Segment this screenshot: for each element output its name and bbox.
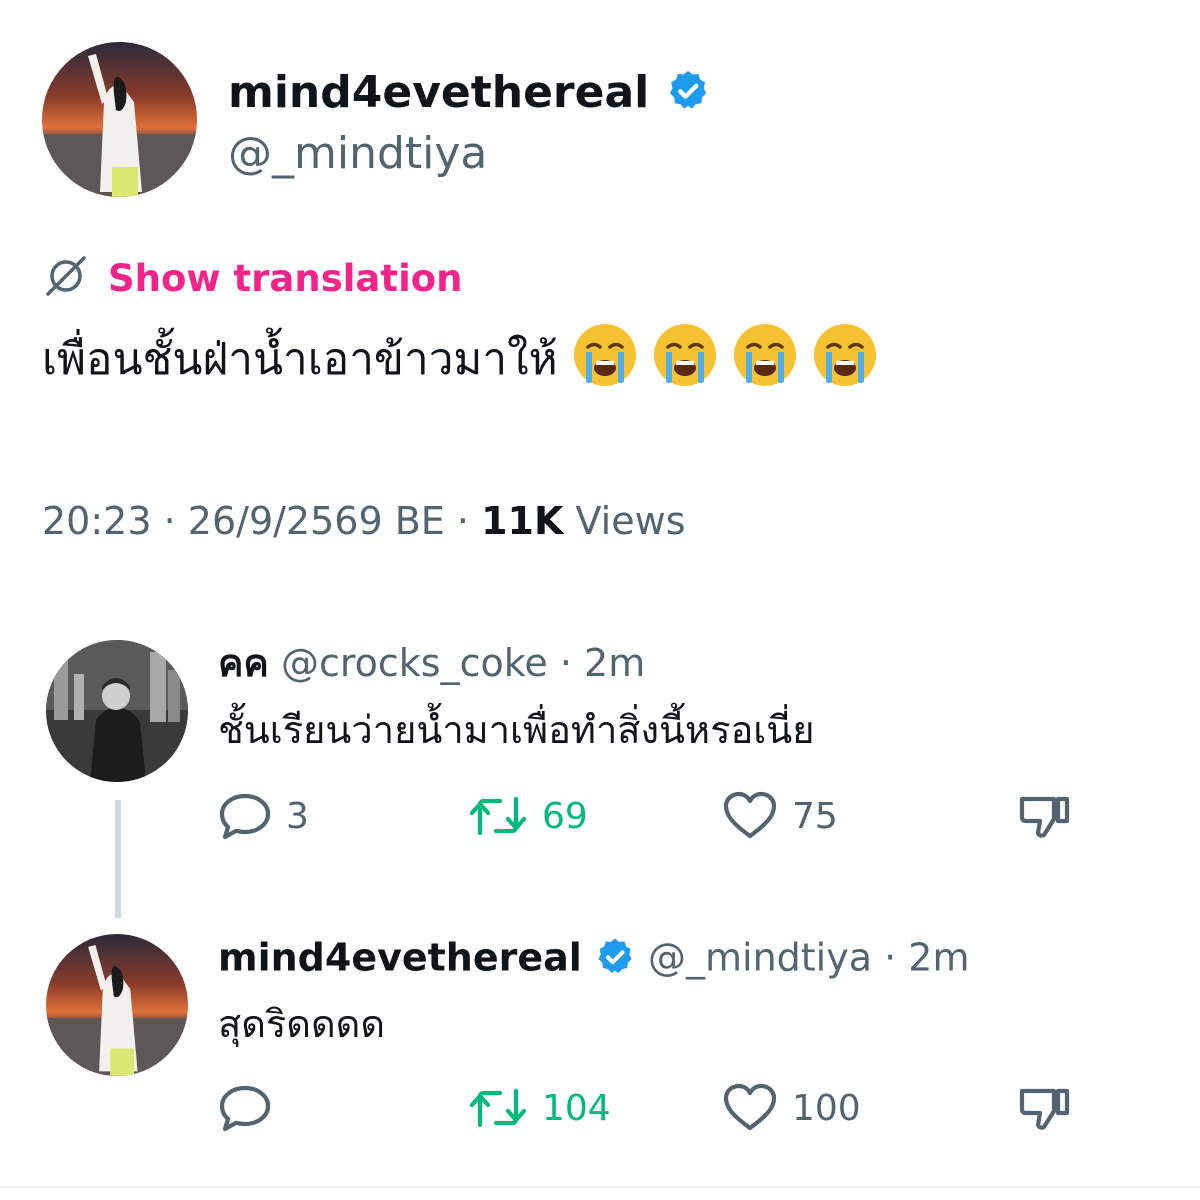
retweet-arrows-icon [468, 793, 528, 839]
tweet-text-row: เพื่อนชั้นฝ่าน้ำเอาข้าวมาให้ [42, 322, 878, 402]
meta-separator: · [559, 641, 572, 685]
retweet-button[interactable]: 104 [468, 1085, 611, 1131]
reply-header: mind4evethereal @_mindtiya · 2m [218, 936, 970, 984]
views-label[interactable]: Views [576, 499, 686, 543]
views-count[interactable]: 11K [481, 499, 563, 543]
loudly-crying-face-icon [572, 322, 638, 402]
retweet-arrows-icon [468, 1085, 528, 1131]
author-display-name-row[interactable]: mind4evethereal [228, 68, 711, 122]
reply-avatar[interactable] [46, 640, 188, 782]
divider [0, 1186, 1200, 1188]
like-button[interactable]: 100 [722, 1083, 861, 1133]
reply-button[interactable] [218, 1083, 286, 1133]
reply-header: คค @crocks_coke · 2m [218, 644, 645, 682]
meta-separator: · [456, 499, 469, 543]
reply-text: สุดริดดดด [218, 1002, 385, 1046]
reply-actions: 3 69 75 [218, 790, 1078, 842]
retweet-button[interactable]: 69 [468, 793, 588, 839]
author-avatar[interactable] [42, 42, 197, 197]
reply-author-handle[interactable]: @crocks_coke [281, 641, 548, 685]
verified-badge-icon [665, 68, 711, 122]
author-display-name[interactable]: mind4evethereal [228, 67, 649, 118]
like-count: 75 [792, 795, 838, 837]
thumbs-down-icon [1018, 1083, 1072, 1133]
tweet-time[interactable]: 20:23 [42, 499, 152, 543]
reply-time[interactable]: 2m [584, 641, 645, 685]
reply-author-name[interactable]: mind4evethereal [218, 936, 582, 980]
verified-badge-icon [594, 936, 636, 984]
reply-count: 3 [286, 795, 309, 837]
reply-button[interactable]: 3 [218, 791, 309, 841]
heart-icon [722, 791, 778, 841]
like-count: 100 [792, 1087, 861, 1129]
tweet-date[interactable]: 26/9/2569 BE [188, 499, 445, 543]
meta-separator: · [884, 935, 897, 980]
tweet-text: เพื่อนชั้นฝ่าน้ำเอาข้าวมาให้ [42, 334, 558, 386]
reply-bubble-icon [218, 1083, 272, 1133]
author-handle[interactable]: @_mindtiya [228, 132, 487, 176]
loudly-crying-face-icon [732, 322, 798, 402]
reply-bubble-icon [218, 791, 272, 841]
thumbs-down-icon [1018, 791, 1072, 841]
reply-author-name[interactable]: คค [218, 641, 269, 685]
reply-time[interactable]: 2m [908, 936, 969, 980]
retweet-count: 69 [542, 795, 588, 837]
retweet-count: 104 [542, 1087, 611, 1129]
like-button[interactable]: 75 [722, 791, 838, 841]
dislike-button[interactable] [1018, 1083, 1072, 1133]
reply-avatar[interactable] [46, 934, 188, 1076]
dislike-button[interactable] [1018, 791, 1072, 841]
reply-text: ชั้นเรียนว่ายน้ำมาเพื่อทำสิ่งนี้หรอเนี่ย [218, 708, 815, 752]
translate-globe-icon [42, 252, 90, 304]
show-translation-link[interactable]: Show translation [108, 260, 463, 297]
translation-row[interactable]: Show translation [42, 252, 463, 304]
loudly-crying-face-icon [652, 322, 718, 402]
loudly-crying-face-icon [812, 322, 878, 402]
reply-actions: 104 100 [218, 1082, 1078, 1134]
meta-separator: · [163, 499, 176, 543]
reply-author-handle[interactable]: @_mindtiya [648, 936, 872, 980]
thread-connector-line [115, 800, 121, 918]
tweet-meta: 20:23 · 26/9/2569 BE · 11K Views [42, 502, 686, 540]
heart-icon [722, 1083, 778, 1133]
